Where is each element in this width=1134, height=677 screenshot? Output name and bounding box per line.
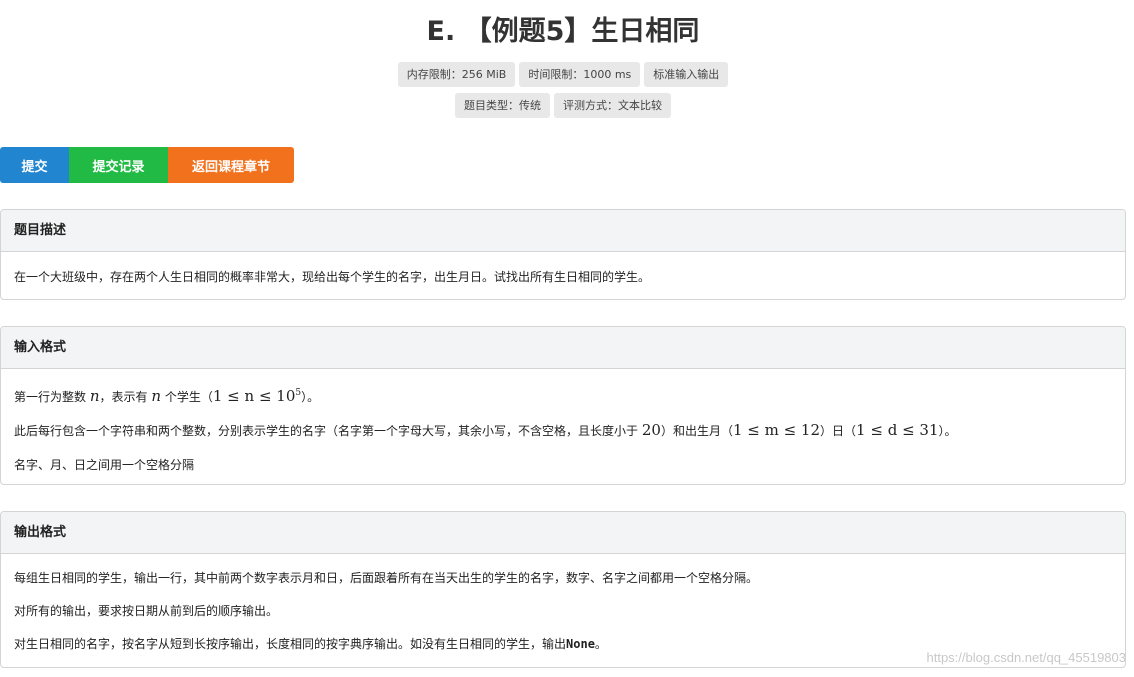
math-var-n-2: n <box>151 387 162 405</box>
back-to-chapter-button[interactable]: 返回课程章节 <box>168 147 294 183</box>
judge-method-badge: 评测方式：文本比较 <box>554 93 671 118</box>
input-format-body: 第一行为整数 n，表示有 n 个学生（1 ≤ n ≤ 105）。 此后每行包含一… <box>1 383 1125 475</box>
output-line-2: 对所有的输出，要求按日期从前到后的顺序输出。 <box>14 604 279 618</box>
description-text: 在一个大班级中，存在两个人生日相同的概率非常大，现给出每个学生的名字，出生月日。… <box>14 270 651 284</box>
math-range-n: 1 ≤ n ≤ 105 <box>212 387 302 405</box>
memory-limit-badge: 内存限制：256 MiB <box>397 62 516 87</box>
output-format-section: 输出格式 每组生日相同的学生，输出一行，其中前两个数字表示月和日，后面跟着所有在… <box>0 511 1126 668</box>
math-length-limit: 20 <box>641 421 661 439</box>
math-var-n: n <box>89 387 100 405</box>
none-code: None <box>566 637 595 651</box>
time-limit-badge: 时间限制：1000 ms <box>519 62 641 87</box>
submit-button[interactable]: 提交 <box>0 147 69 183</box>
problem-meta-row-2: 题目类型：传统 评测方式：文本比较 <box>0 93 1126 118</box>
input-line-3: 名字、月、日之间用一个空格分隔 <box>14 458 195 472</box>
math-range-day: 1 ≤ d ≤ 31 <box>856 421 939 439</box>
problem-title: E. 【例题5】生日相同 <box>426 16 700 47</box>
watermark: https://blog.csdn.net/qq_45519803 <box>926 650 1127 665</box>
output-line-1: 每组生日相同的学生，输出一行，其中前两个数字表示月和日，后面跟着所有在当天出生的… <box>14 571 759 585</box>
input-line-1: 第一行为整数 n，表示有 n 个学生（1 ≤ n ≤ 105）。 <box>14 387 320 405</box>
problem-meta-row-1: 内存限制：256 MiB 时间限制：1000 ms 标准输入输出 <box>0 62 1126 87</box>
submission-records-button[interactable]: 提交记录 <box>69 147 168 183</box>
input-line-2: 此后每行包含一个字符串和两个整数，分别表示学生的名字（名字第一个字母大写，其余小… <box>14 421 957 439</box>
math-range-month: 1 ≤ m ≤ 12 <box>732 421 821 439</box>
description-body: 在一个大班级中，存在两个人生日相同的概率非常大，现给出每个学生的名字，出生月日。… <box>1 252 1125 285</box>
output-format-heading: 输出格式 <box>1 512 1125 554</box>
problem-page: E. 【例题5】生日相同 内存限制：256 MiB 时间限制：1000 ms 标… <box>0 0 1134 677</box>
output-format-body: 每组生日相同的学生，输出一行，其中前两个数字表示月和日，后面跟着所有在当天出生的… <box>1 568 1125 654</box>
input-format-section: 输入格式 第一行为整数 n，表示有 n 个学生（1 ≤ n ≤ 105）。 此后… <box>0 326 1126 485</box>
description-section: 题目描述 在一个大班级中，存在两个人生日相同的概率非常大，现给出每个学生的名字，… <box>0 209 1126 300</box>
io-mode-badge: 标准输入输出 <box>644 62 729 87</box>
input-format-heading: 输入格式 <box>1 327 1125 369</box>
action-button-group: 提交 提交记录 返回课程章节 <box>0 147 294 183</box>
problem-type-badge: 题目类型：传统 <box>455 93 550 118</box>
description-heading: 题目描述 <box>1 210 1125 252</box>
